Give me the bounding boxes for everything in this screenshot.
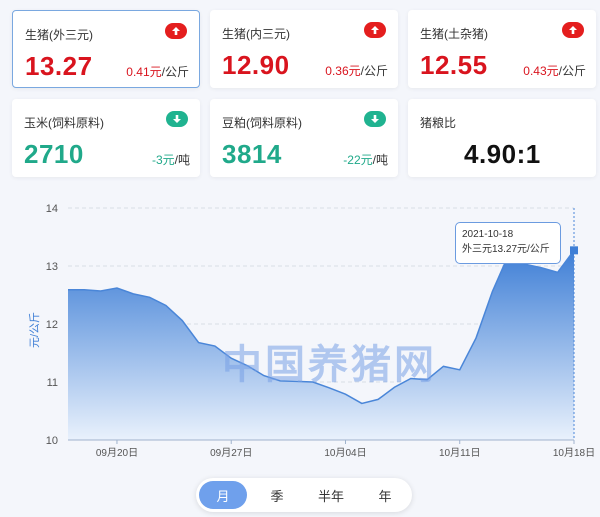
x-tick-label: 10月18日 xyxy=(553,447,595,459)
change-unit: /公斤 xyxy=(161,65,189,79)
price-card[interactable]: 猪粮比 4.90:1 xyxy=(408,99,596,177)
tooltip-label: 外三元13.27元/公斤 xyxy=(462,244,550,255)
card-price: 12.90 xyxy=(222,50,290,80)
y-tick-label: 14 xyxy=(46,203,58,215)
price-card[interactable]: 玉米(饲料原料) 2710 -3元/吨 xyxy=(12,99,200,177)
card-title: 生猪(外三元) xyxy=(25,28,93,42)
card-title: 玉米(饲料原料) xyxy=(24,116,104,130)
card-change: 0.36元/公斤 xyxy=(325,62,388,79)
change-amount: -3元 xyxy=(151,153,175,167)
card-title: 豆粕(饲料原料) xyxy=(222,116,302,130)
change-amount: 0.36元 xyxy=(325,64,361,78)
price-card[interactable]: 生猪(内三元) 12.90 0.36元/公斤 xyxy=(210,10,398,88)
card-change: 0.43元/公斤 xyxy=(523,62,586,79)
hover-point-marker xyxy=(570,246,578,255)
x-tick-label: 10月04日 xyxy=(324,447,366,459)
price-card[interactable]: 生猪(外三元) 13.27 0.41元/公斤 xyxy=(12,10,200,88)
x-tick-label: 10月11日 xyxy=(439,447,481,459)
up-arrow-icon xyxy=(165,23,187,39)
change-unit: /公斤 xyxy=(558,64,586,78)
card-change: -3元/吨 xyxy=(152,151,190,168)
card-price: 12.55 xyxy=(420,50,488,80)
y-tick-label: 12 xyxy=(46,319,58,331)
x-tick-label: 09月27日 xyxy=(210,447,252,459)
card-change: -22元/吨 xyxy=(343,151,388,168)
chart-tooltip: 2021-10-18 外三元13.27元/公斤 xyxy=(455,222,561,264)
tooltip-date: 2021-10-18 xyxy=(462,229,514,240)
card-title: 生猪(内三元) xyxy=(222,27,290,41)
card-price: 2710 xyxy=(24,139,84,169)
tab-month[interactable]: 月 xyxy=(199,481,247,509)
price-card[interactable]: 豆粕(饲料原料) 3814 -22元/吨 xyxy=(210,99,398,177)
y-tick-label: 13 xyxy=(46,261,58,273)
period-tabs: 月 季 半年 年 xyxy=(196,478,412,512)
tab-quarter[interactable]: 季 xyxy=(253,481,301,509)
change-unit: /吨 xyxy=(174,153,190,167)
tab-half-year[interactable]: 半年 xyxy=(307,481,355,509)
card-price: 13.27 xyxy=(25,51,93,81)
change-amount: -22元 xyxy=(343,153,373,167)
card-price: 3814 xyxy=(222,139,282,169)
change-unit: /公斤 xyxy=(360,64,388,78)
card-title: 生猪(土杂猪) xyxy=(420,27,488,41)
change-amount: 0.41元 xyxy=(126,65,162,79)
up-arrow-icon xyxy=(364,22,386,38)
up-arrow-icon xyxy=(562,22,584,38)
card-change: 0.41元/公斤 xyxy=(126,63,189,80)
watermark: 中国养猪网 xyxy=(222,342,437,388)
price-card[interactable]: 生猪(土杂猪) 12.55 0.43元/公斤 xyxy=(408,10,596,88)
x-tick-label: 09月20日 xyxy=(96,447,138,459)
change-amount: 0.43元 xyxy=(523,64,559,78)
change-unit: /吨 xyxy=(372,153,388,167)
card-price: 4.90:1 xyxy=(464,139,541,169)
down-arrow-icon xyxy=(364,111,386,127)
card-title: 猪粮比 xyxy=(420,116,457,130)
down-arrow-icon xyxy=(166,111,188,127)
y-tick-label: 10 xyxy=(46,435,58,447)
y-tick-label: 11 xyxy=(47,377,58,389)
tab-year[interactable]: 年 xyxy=(361,481,409,509)
y-axis-label: 元/公斤 xyxy=(28,312,41,348)
